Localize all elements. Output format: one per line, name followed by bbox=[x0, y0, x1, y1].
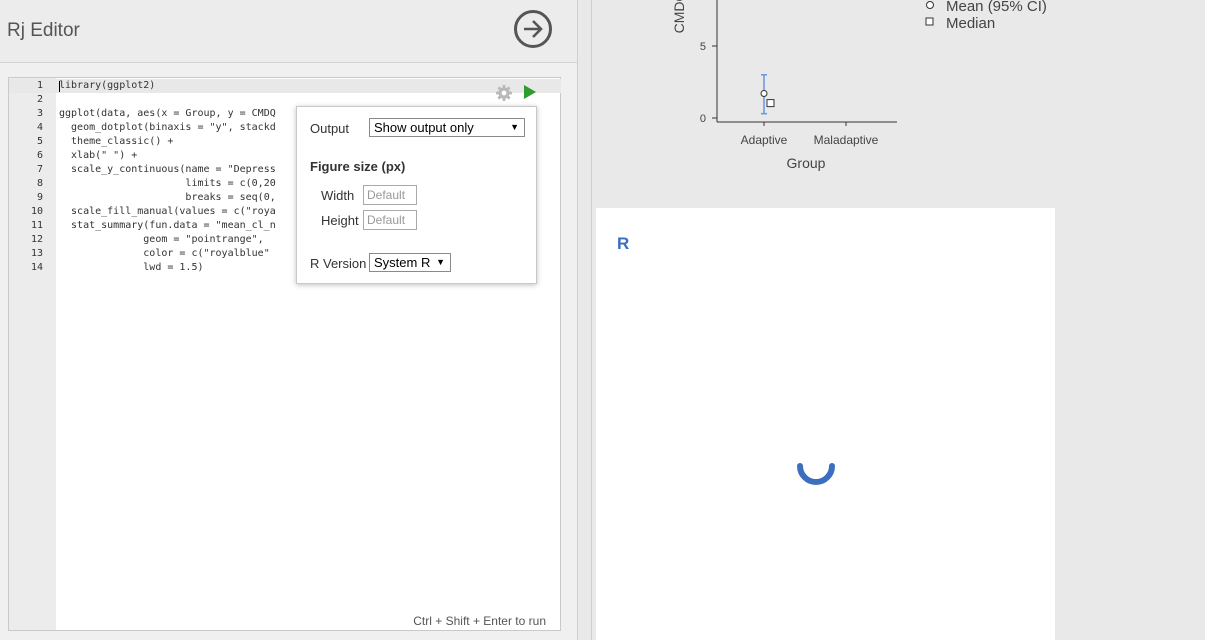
output-label: Output bbox=[310, 121, 350, 136]
y-axis-title: CMDQ bbox=[671, 0, 687, 33]
width-input[interactable]: Default bbox=[363, 185, 417, 205]
figure-size-heading: Figure size (px) bbox=[310, 159, 406, 174]
median-point bbox=[766, 99, 775, 108]
height-label: Height bbox=[321, 213, 359, 228]
legend-median-symbol bbox=[925, 17, 934, 26]
mean-point bbox=[760, 90, 768, 98]
dropdown-arrow-icon: ▼ bbox=[436, 257, 445, 267]
dropdown-arrow-icon: ▼ bbox=[510, 122, 519, 132]
r-version-label: R Version bbox=[310, 256, 367, 271]
line-number: 14 bbox=[30, 262, 43, 273]
collapse-editor-button[interactable] bbox=[514, 10, 552, 48]
editor-panel: Rj Editor 1 library(ggplot2) 2 3 ggplot(data… bbox=[0, 0, 578, 640]
line-number: 11 bbox=[30, 220, 43, 231]
gear-icon[interactable] bbox=[495, 84, 513, 102]
x-axis-title: Group bbox=[787, 155, 826, 171]
y-tick-label: 5 bbox=[700, 41, 706, 53]
code-text: scale_y_continuous(name = "Depress bbox=[59, 164, 276, 175]
output-select[interactable]: Show output only ▼ bbox=[369, 118, 525, 137]
r-version-select[interactable]: System R ▼ bbox=[369, 253, 451, 272]
arrow-right-icon bbox=[524, 20, 543, 38]
dotplot-chart: 0 5 Adaptive Maladaptive Group CMDQ Mean (95% … bbox=[671, 0, 1047, 171]
x-tick-label: Adaptive bbox=[741, 133, 788, 147]
code-text: library(ggplot2) bbox=[59, 80, 156, 91]
text-cursor bbox=[59, 81, 60, 92]
code-text: geom = "pointrange", bbox=[59, 234, 264, 245]
line-number: 10 bbox=[30, 206, 43, 217]
code-text: theme_classic() + bbox=[59, 136, 174, 147]
run-icon[interactable] bbox=[523, 85, 537, 99]
legend-mean-symbol bbox=[926, 1, 934, 9]
line-number: 9 bbox=[36, 192, 43, 203]
line-number: 6 bbox=[36, 150, 43, 161]
height-input[interactable]: Default bbox=[363, 210, 417, 230]
code-line[interactable]: 1 library(ggplot2) bbox=[9, 79, 561, 93]
x-tick-label: Maladaptive bbox=[814, 133, 879, 147]
line-number: 1 bbox=[36, 80, 43, 91]
line-number: 12 bbox=[30, 234, 43, 245]
code-text: limits = c(0,20 bbox=[59, 178, 276, 189]
code-text: xlab(" ") + bbox=[59, 150, 138, 161]
run-shortcut-hint: Ctrl + Shift + Enter to run bbox=[413, 614, 546, 628]
line-number: 2 bbox=[36, 94, 43, 105]
r-result-card: R bbox=[596, 208, 1055, 640]
editor-header: Rj Editor bbox=[0, 0, 577, 63]
r-version-select-value: System R bbox=[374, 255, 431, 270]
editor-title: Rj Editor bbox=[7, 20, 80, 41]
line-number: 5 bbox=[36, 136, 43, 147]
code-text: scale_fill_manual(values = c("roya bbox=[59, 206, 276, 217]
width-label: Width bbox=[321, 188, 355, 203]
code-text: geom_dotplot(binaxis = "y", stackd bbox=[59, 122, 276, 133]
options-popup: Output Show output only ▼ Figure size (p… bbox=[296, 106, 537, 284]
r-result-label: R bbox=[617, 234, 630, 253]
line-number: 3 bbox=[36, 108, 43, 119]
code-text: breaks = seq(0, bbox=[59, 192, 276, 203]
code-line[interactable]: 2 bbox=[9, 93, 561, 107]
legend-median-label: Median bbox=[946, 15, 995, 32]
code-text: stat_summary(fun.data = "mean_cl_n bbox=[59, 220, 276, 231]
line-number: 13 bbox=[30, 248, 43, 259]
line-number: 8 bbox=[36, 178, 43, 189]
output-select-value: Show output only bbox=[374, 120, 474, 135]
loading-spinner-icon bbox=[797, 463, 835, 485]
y-tick-label: 0 bbox=[700, 113, 706, 125]
code-text: lwd = 1.5) bbox=[59, 262, 204, 273]
line-number: 7 bbox=[36, 164, 43, 175]
code-text: color = c("royalblue" bbox=[59, 248, 270, 259]
legend-mean-label: Mean (95% CI) bbox=[946, 0, 1047, 15]
code-text: ggplot(data, aes(x = Group, y = CMDQ bbox=[59, 108, 276, 119]
line-number: 4 bbox=[36, 122, 43, 133]
